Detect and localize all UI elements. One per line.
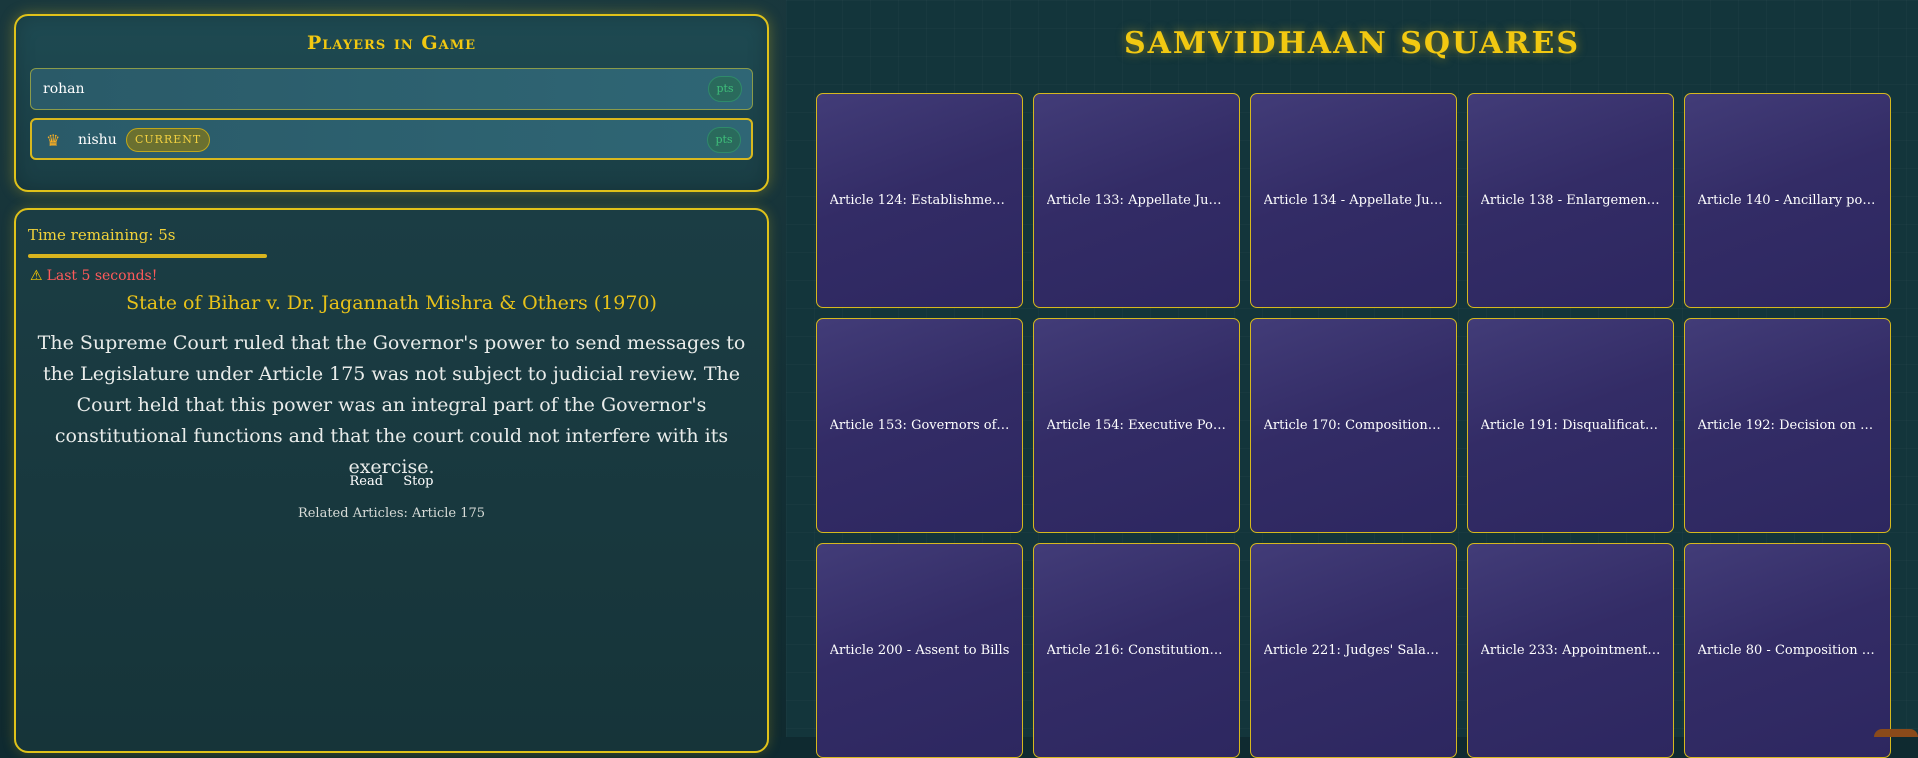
article-card-label: Article 200 - Assent to Bills — [829, 643, 1010, 658]
article-card-label: Article 133: Appellate Jurisdiction of S… — [1046, 193, 1227, 208]
crown-icon: ♛ — [46, 131, 61, 150]
read-button[interactable]: Read — [350, 474, 384, 489]
article-card-label: Article 124: Establishment and Constitut… — [829, 193, 1010, 208]
player-name: rohan — [43, 81, 85, 97]
article-card-label: Article 170: Composition of the Legislat… — [1263, 418, 1444, 433]
article-card[interactable]: Article 216: Constitution of High Courts — [1033, 543, 1240, 758]
players-title: Players in Game — [306, 32, 477, 54]
article-card[interactable]: Article 124: Establishment and Constitut… — [816, 93, 1023, 308]
warning-icon: ⚠ — [30, 268, 43, 284]
article-card-label: Article 140 - Ancillary powers of Suprem… — [1697, 193, 1878, 208]
article-card-label: Article 192: Decision on Questions as to… — [1697, 418, 1878, 433]
app-root: Players in Game rohan pts ♛ nishu CURREN… — [0, 0, 1918, 758]
player-name: nishu — [78, 132, 117, 148]
article-card[interactable]: Article 134 - Appellate Jurisdiction in … — [1250, 93, 1457, 308]
player-row-rohan: rohan pts — [30, 68, 753, 110]
article-card[interactable]: Article 170: Composition of the Legislat… — [1250, 318, 1457, 533]
article-card-label: Article 154: Executive Power of State — [1046, 418, 1227, 433]
warning-text: Last 5 seconds! — [46, 268, 158, 284]
time-warning: ⚠ Last 5 seconds! — [30, 268, 157, 284]
tts-controls: Read Stop — [16, 474, 767, 489]
points-badge: pts — [708, 76, 742, 102]
timer-progress-bar — [28, 254, 267, 258]
article-card[interactable]: Article 154: Executive Power of State — [1033, 318, 1240, 533]
case-title: State of Bihar v. Dr. Jagannath Mishra &… — [126, 292, 657, 314]
article-card[interactable]: Article 233: Appointment of District Jud… — [1467, 543, 1674, 758]
article-card[interactable]: Article 140 - Ancillary powers of Suprem… — [1684, 93, 1891, 308]
players-panel: Players in Game rohan pts ♛ nishu CURREN… — [14, 14, 769, 192]
article-card-label: Article 191: Disqualifications for Membe… — [1480, 418, 1661, 433]
article-card-label: Article 221: Judges' Salaries — [1263, 643, 1444, 658]
article-card-label: Article 138 - Enlargement of the Jurisdi… — [1480, 193, 1661, 208]
related-articles: Related Articles: Article 175 — [297, 506, 486, 521]
article-card-label: Article 233: Appointment of District Jud… — [1480, 643, 1661, 658]
corner-button[interactable] — [1874, 729, 1918, 737]
game-board: SAMVIDHAAN SQUARES Article 124: Establis… — [786, 0, 1918, 758]
player-row-nishu: ♛ nishu CURRENT pts — [30, 118, 753, 160]
article-card[interactable]: Article 192: Decision on Questions as to… — [1684, 318, 1891, 533]
case-description: The Supreme Court ruled that the Governo… — [37, 332, 746, 478]
board-title: SAMVIDHAAN SQUARES — [1123, 26, 1580, 61]
question-panel: Time remaining: 5s ⚠ Last 5 seconds! Stat… — [14, 208, 769, 753]
points-badge: pts — [707, 127, 741, 153]
timer-text: Time remaining: 5s — [28, 226, 176, 244]
article-card[interactable]: Article 221: Judges' Salaries — [1250, 543, 1457, 758]
stop-button[interactable]: Stop — [403, 474, 433, 489]
article-card[interactable]: Article 133: Appellate Jurisdiction of S… — [1033, 93, 1240, 308]
current-badge: CURRENT — [126, 128, 211, 152]
article-card-label: Article 134 - Appellate Jurisdiction in … — [1263, 193, 1444, 208]
article-card[interactable]: Article 200 - Assent to Bills — [816, 543, 1023, 758]
article-card[interactable]: Article 153: Governors of States — [816, 318, 1023, 533]
article-card[interactable]: Article 80 - Composition of the Council … — [1684, 543, 1891, 758]
article-card-label: Article 153: Governors of States — [829, 418, 1010, 433]
article-card[interactable]: Article 191: Disqualifications for Membe… — [1467, 318, 1674, 533]
article-card[interactable]: Article 138 - Enlargement of the Jurisdi… — [1467, 93, 1674, 308]
article-card-label: Article 216: Constitution of High Courts — [1046, 643, 1227, 658]
article-card-label: Article 80 - Composition of the Council … — [1697, 643, 1878, 658]
